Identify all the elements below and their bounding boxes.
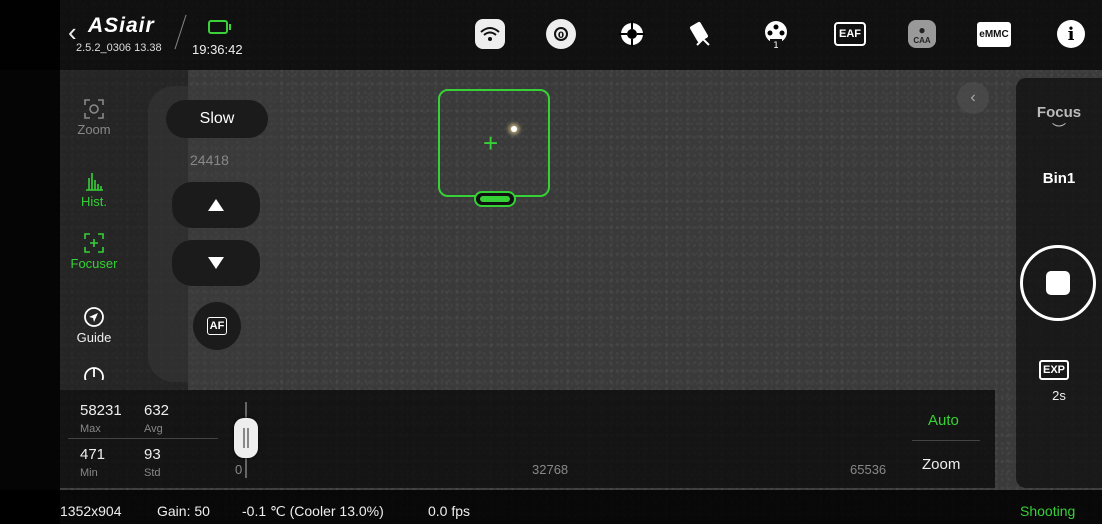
tool-focuser-label: Focuser (70, 256, 118, 271)
arrow-up-icon (208, 199, 224, 211)
tool-focuser[interactable]: Focuser (64, 232, 124, 271)
focus-speed-button[interactable]: Slow (166, 100, 268, 138)
guide-icon (83, 306, 105, 328)
telescope-icon[interactable] (686, 18, 718, 50)
tool-histogram[interactable]: Hist. (64, 170, 124, 209)
mode-shooting[interactable]: Shooting (1020, 503, 1075, 519)
af-label: AF (206, 317, 228, 335)
tool-histogram-label: Hist. (81, 194, 107, 209)
focus-crosshair-icon: + (483, 128, 499, 158)
stat-std-label: Std (144, 467, 161, 479)
exposure-icon[interactable]: EXP (1039, 360, 1070, 380)
info-glyph: i (1057, 20, 1085, 48)
app-logo: ASiair (88, 14, 155, 37)
eaf-label: EAF (834, 22, 866, 46)
app-version: 2.5.2_0306 13.38 (76, 42, 162, 54)
stat-std-value: 93 (144, 446, 161, 463)
stat-min-label: Min (80, 467, 98, 479)
stat-avg-label: Avg (144, 423, 163, 435)
tool-zoom-label: Zoom (77, 122, 111, 137)
stat-avg-value: 632 (144, 402, 170, 419)
clock: 19:36:42 (192, 42, 243, 57)
focus-in-button[interactable] (172, 240, 260, 286)
zoom-button[interactable]: Zoom (922, 456, 960, 473)
info-icon[interactable]: i (1055, 18, 1087, 50)
emmc-icon[interactable]: eMMC (977, 18, 1011, 50)
bin-selector[interactable]: Bin1 (1016, 170, 1102, 187)
hist-tick-mid: 32768 (532, 462, 569, 477)
emmc-label: eMMC (977, 21, 1011, 47)
gain: Gain: 50 (157, 503, 210, 519)
focuser-icon (83, 232, 105, 254)
stat-min-value: 471 (80, 446, 106, 463)
zoom-icon (83, 98, 105, 120)
guide-target-icon[interactable] (616, 18, 648, 50)
stat-max-label: Max (80, 423, 101, 435)
eaf-icon[interactable]: EAF (834, 18, 866, 50)
hist-tick-max: 65536 (850, 462, 887, 477)
collapse-panel-button[interactable]: ‹ (957, 82, 989, 114)
tool-guide[interactable]: Guide (64, 306, 124, 345)
wifi-icon[interactable] (474, 18, 506, 50)
preview-edge (0, 0, 60, 524)
focus-box-handle-bar (480, 196, 510, 202)
stat-divider (68, 438, 218, 439)
arrow-down-icon (208, 257, 224, 269)
stop-icon (1046, 271, 1070, 295)
stop-capture-button[interactable] (1020, 245, 1096, 321)
caa-label: CAA (913, 35, 931, 45)
tool-zoom[interactable]: Zoom (64, 98, 124, 137)
focus-mode-label[interactable]: Focus (1016, 104, 1102, 121)
sensor-temperature: -0.1 ℃ (Cooler 13.0%) (242, 503, 384, 519)
auto-stretch-button[interactable]: Auto (928, 412, 959, 429)
divider (912, 440, 980, 441)
resolution: 1352x904 (60, 503, 122, 519)
filter-number: 1 (773, 41, 779, 49)
tool-more-icon[interactable] (64, 366, 124, 380)
stat-max-value: 58231 (80, 402, 122, 419)
focus-out-button[interactable] (172, 182, 260, 228)
caa-icon[interactable]: ● CAA (906, 18, 938, 50)
exposure-value[interactable]: 2s (1016, 388, 1102, 403)
hist-tick-min: 0 (235, 462, 243, 477)
frame-rate: 0.0 fps (428, 503, 471, 519)
tool-guide-label: Guide (76, 330, 112, 345)
histogram-icon (83, 170, 105, 192)
battery-icon (208, 20, 231, 34)
camera-icon[interactable]: 0 (545, 18, 577, 50)
stretch-slider-handle[interactable] (234, 418, 258, 458)
chevron-down-icon[interactable]: ︶ (1016, 120, 1102, 140)
back-icon[interactable]: ‹ (68, 19, 77, 45)
svg-text:0: 0 (558, 31, 564, 41)
focuser-position: 24418 (190, 152, 229, 168)
filter-wheel-icon[interactable]: 1 (760, 18, 792, 50)
autofocus-button[interactable]: AF (193, 302, 241, 350)
